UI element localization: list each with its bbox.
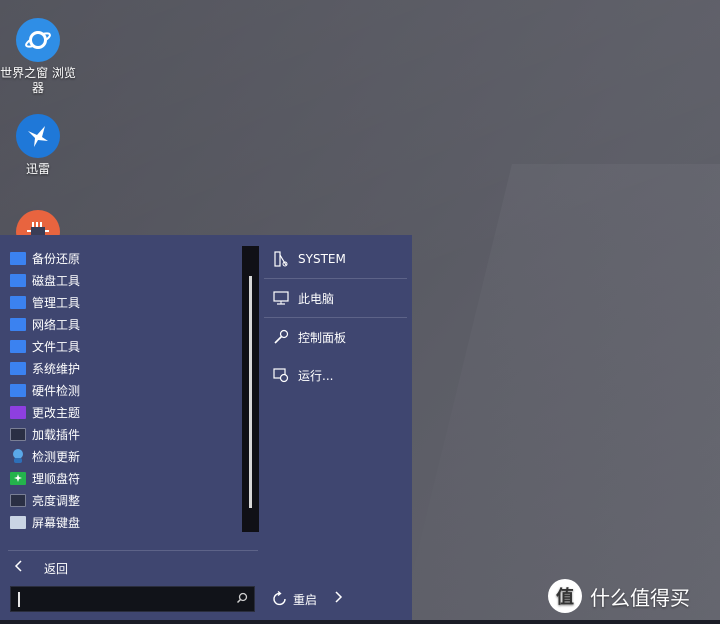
- taskbar-edge: [0, 620, 720, 624]
- program-item-system-maintenance[interactable]: 系统维护: [10, 357, 240, 379]
- program-label: 硬件检测: [32, 383, 81, 398]
- program-list: 备份还原 磁盘工具 管理工具 网络工具 文件工具 系统维护 硬件检测 更改主题: [10, 247, 240, 533]
- folder-icon: [10, 317, 26, 331]
- run-button[interactable]: 运行...: [264, 356, 407, 394]
- restart-icon: [272, 591, 288, 607]
- right-pane: SYSTEM 此电脑 控制面板 运行...: [264, 235, 407, 394]
- desktop-icon-thunder[interactable]: 迅雷: [0, 114, 76, 177]
- keyboard-icon: [10, 515, 26, 529]
- program-item-disk-tools[interactable]: 磁盘工具: [10, 269, 240, 291]
- restart-button[interactable]: 重启: [272, 587, 343, 611]
- scrollbar-thumb[interactable]: [249, 276, 252, 508]
- back-label: 返回: [44, 561, 69, 576]
- folder-icon: [10, 273, 26, 287]
- control-panel-button[interactable]: 控制面板: [264, 318, 407, 356]
- watermark-text: 什么值得买: [590, 585, 690, 610]
- program-label: 备份还原: [32, 251, 81, 266]
- program-list-scrollbar[interactable]: [242, 246, 259, 532]
- run-icon: [272, 367, 290, 383]
- run-label: 运行...: [298, 368, 334, 383]
- search-icon: [236, 592, 248, 607]
- theme-icon: [10, 405, 26, 419]
- this-pc-label: 此电脑: [298, 291, 335, 306]
- desktop-icon-label: 世界之窗 浏览器: [0, 66, 76, 95]
- back-button[interactable]: 返回: [14, 557, 68, 579]
- desktop-icon-browser[interactable]: 世界之窗 浏览器: [0, 18, 76, 96]
- start-menu: 备份还原 磁盘工具 管理工具 网络工具 文件工具 系统维护 硬件检测 更改主题: [0, 235, 412, 624]
- text-cursor: [18, 592, 20, 607]
- folder-icon: [10, 383, 26, 397]
- program-label: 管理工具: [32, 295, 81, 310]
- chevron-left-icon: [14, 560, 44, 576]
- watermark-logo-icon: 值: [548, 579, 582, 613]
- browser-icon: [16, 18, 60, 62]
- program-label: 理顺盘符: [32, 471, 81, 486]
- chevron-right-icon[interactable]: [333, 591, 343, 607]
- desktop-icon-label: 迅雷: [25, 162, 50, 176]
- search-input[interactable]: [10, 586, 255, 612]
- program-label: 网络工具: [32, 317, 81, 332]
- program-item-hardware-check[interactable]: 硬件检测: [10, 379, 240, 401]
- program-item-change-theme[interactable]: 更改主题: [10, 401, 240, 423]
- folder-icon: [10, 251, 26, 265]
- program-item-load-plugin[interactable]: 加载插件: [10, 423, 240, 445]
- program-item-disk-order[interactable]: 理顺盘符: [10, 467, 240, 489]
- divider: [8, 550, 258, 551]
- program-item-check-update[interactable]: 检测更新: [10, 445, 240, 467]
- user-system-button[interactable]: SYSTEM: [264, 240, 407, 278]
- monitor-icon: [272, 291, 290, 305]
- program-label: 磁盘工具: [32, 273, 81, 288]
- control-panel-label: 控制面板: [298, 330, 347, 345]
- program-item-screen-keyboard[interactable]: 屏幕键盘: [10, 511, 240, 533]
- program-label: 加载插件: [32, 427, 81, 442]
- this-pc-button[interactable]: 此电脑: [264, 279, 407, 317]
- program-label: 系统维护: [32, 361, 81, 376]
- program-item-admin-tools[interactable]: 管理工具: [10, 291, 240, 313]
- program-label: 检测更新: [32, 449, 81, 464]
- program-item-backup[interactable]: 备份还原: [10, 247, 240, 269]
- program-item-brightness[interactable]: 亮度调整: [10, 489, 240, 511]
- program-label: 更改主题: [32, 405, 81, 420]
- program-item-network-tools[interactable]: 网络工具: [10, 313, 240, 335]
- program-label: 亮度调整: [32, 493, 81, 508]
- disk-order-icon: [10, 471, 26, 485]
- wrench-icon: [272, 329, 290, 345]
- thunder-bird-icon: [16, 114, 60, 158]
- update-icon: [10, 449, 26, 463]
- program-label: 屏幕键盘: [32, 515, 81, 530]
- system-label: SYSTEM: [298, 252, 346, 266]
- restart-label: 重启: [293, 592, 318, 607]
- folder-icon: [10, 339, 26, 353]
- watermark: 值 什么值得买: [548, 578, 690, 614]
- folder-icon: [10, 361, 26, 375]
- console-icon: [10, 493, 26, 507]
- console-icon: [10, 427, 26, 441]
- user-icon: [272, 251, 290, 267]
- program-label: 文件工具: [32, 339, 81, 354]
- program-item-file-tools[interactable]: 文件工具: [10, 335, 240, 357]
- folder-icon: [10, 295, 26, 309]
